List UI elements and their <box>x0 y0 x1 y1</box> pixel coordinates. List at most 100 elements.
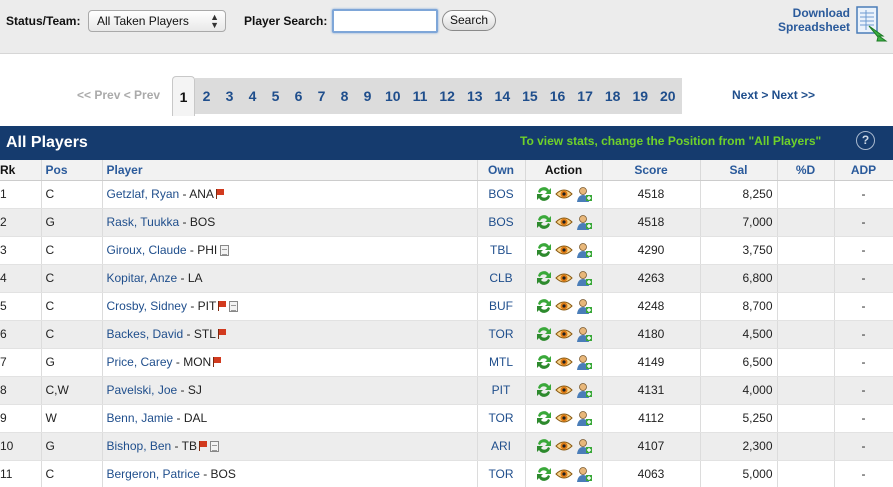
page-link-1[interactable]: 1 <box>172 76 195 116</box>
owner-cell[interactable]: TOR <box>477 460 526 487</box>
trade-arrows-icon[interactable] <box>535 213 553 231</box>
news-note-icon[interactable] <box>229 301 239 312</box>
player-name-link[interactable]: Price, Carey <box>107 355 173 369</box>
page-link-13[interactable]: 13 <box>460 78 489 114</box>
page-link-12[interactable]: 12 <box>433 78 461 114</box>
owner-cell[interactable]: PIT <box>477 376 526 405</box>
news-note-icon[interactable] <box>220 245 230 256</box>
player-name-link[interactable]: Benn, Jamie <box>107 411 174 425</box>
search-button[interactable]: Search <box>442 10 496 31</box>
download-spreadsheet-link[interactable]: Download Spreadsheet <box>770 6 850 34</box>
owner-cell[interactable]: MTL <box>477 348 526 377</box>
page-link-20[interactable]: 20 <box>654 78 682 114</box>
status-team-select[interactable]: All Taken Players ▲ ▼ <box>88 10 226 32</box>
player-name-link[interactable]: Backes, David <box>107 327 184 341</box>
watch-eye-icon[interactable] <box>554 297 573 315</box>
owner-cell[interactable]: TOR <box>477 320 526 349</box>
watch-eye-icon[interactable] <box>554 353 573 371</box>
owner-cell[interactable]: ARI <box>477 432 526 461</box>
claim-player-icon[interactable] <box>575 269 593 287</box>
page-link-6[interactable]: 6 <box>287 78 310 114</box>
trade-arrows-icon[interactable] <box>535 241 553 259</box>
player-name-link[interactable]: Kopitar, Anze <box>107 271 178 285</box>
page-link-16[interactable]: 16 <box>543 78 572 114</box>
trade-arrows-icon[interactable] <box>535 381 553 399</box>
trade-arrows-icon[interactable] <box>535 325 553 343</box>
claim-player-icon[interactable] <box>575 297 593 315</box>
watch-eye-icon[interactable] <box>554 465 573 483</box>
player-name-link[interactable]: Pavelski, Joe <box>107 383 178 397</box>
player-name-link[interactable]: Giroux, Claude <box>107 243 187 257</box>
owner-cell[interactable]: BOS <box>477 208 526 237</box>
news-note-icon[interactable] <box>210 441 219 452</box>
watch-eye-icon[interactable] <box>554 437 573 455</box>
owner-cell[interactable]: BUF <box>477 292 526 321</box>
page-link-7[interactable]: 7 <box>310 78 333 114</box>
trade-arrows-icon[interactable] <box>535 437 553 455</box>
claim-player-icon[interactable] <box>575 213 593 231</box>
player-name-link[interactable]: Bishop, Ben <box>107 439 172 453</box>
col-own[interactable]: Own <box>477 160 526 181</box>
trade-arrows-icon[interactable] <box>535 409 553 427</box>
adp-cell: - <box>834 348 893 377</box>
claim-player-icon[interactable] <box>575 353 593 371</box>
player-cell: Crosby, Sidney - PIT <box>102 292 478 321</box>
col-sal[interactable]: Sal <box>700 160 778 181</box>
owner-cell[interactable]: TOR <box>477 404 526 433</box>
page-link-15[interactable]: 15 <box>516 78 544 114</box>
owner-cell[interactable]: BOS <box>477 180 526 209</box>
injury-flag-icon[interactable] <box>217 329 226 339</box>
col-pct-d[interactable]: %D <box>777 160 835 181</box>
col-rk[interactable]: Rk <box>0 160 42 181</box>
claim-player-icon[interactable] <box>575 381 593 399</box>
watch-eye-icon[interactable] <box>554 185 573 203</box>
col-pos[interactable]: Pos <box>41 160 103 181</box>
injury-flag-icon[interactable] <box>199 441 207 451</box>
page-link-3[interactable]: 3 <box>218 78 241 114</box>
col-score[interactable]: Score <box>602 160 701 181</box>
claim-player-icon[interactable] <box>575 241 593 259</box>
next-links[interactable]: Next > Next >> <box>732 88 815 102</box>
owner-cell[interactable]: TBL <box>477 236 526 265</box>
claim-player-icon[interactable] <box>575 409 593 427</box>
page-link-8[interactable]: 8 <box>333 78 356 114</box>
player-name-link[interactable]: Rask, Tuukka <box>107 215 180 229</box>
page-link-19[interactable]: 19 <box>626 78 655 114</box>
owner-cell[interactable]: CLB <box>477 264 526 293</box>
col-player[interactable]: Player <box>102 160 478 181</box>
page-link-17[interactable]: 17 <box>571 78 599 114</box>
help-icon[interactable]: ? <box>856 131 875 150</box>
page-link-18[interactable]: 18 <box>598 78 627 114</box>
injury-flag-icon[interactable] <box>215 189 224 199</box>
watch-eye-icon[interactable] <box>554 325 573 343</box>
page-link-2[interactable]: 2 <box>195 78 218 114</box>
claim-player-icon[interactable] <box>575 185 593 203</box>
trade-arrows-icon[interactable] <box>535 269 553 287</box>
watch-eye-icon[interactable] <box>554 409 573 427</box>
trade-arrows-icon[interactable] <box>535 465 553 483</box>
trade-arrows-icon[interactable] <box>535 185 553 203</box>
injury-flag-icon[interactable] <box>218 301 227 311</box>
player-name-link[interactable]: Getzlaf, Ryan <box>107 187 180 201</box>
trade-arrows-icon[interactable] <box>535 353 553 371</box>
watch-eye-icon[interactable] <box>554 213 573 231</box>
page-link-10[interactable]: 10 <box>379 78 407 114</box>
col-adp[interactable]: ADP <box>834 160 893 181</box>
page-link-9[interactable]: 9 <box>356 78 379 114</box>
player-search-input[interactable] <box>332 9 438 33</box>
trade-arrows-icon[interactable] <box>535 297 553 315</box>
player-name-link[interactable]: Crosby, Sidney <box>107 299 187 313</box>
page-link-4[interactable]: 4 <box>241 78 264 114</box>
spreadsheet-download-icon[interactable] <box>855 6 889 42</box>
claim-player-icon[interactable] <box>575 325 593 343</box>
watch-eye-icon[interactable] <box>554 381 573 399</box>
claim-player-icon[interactable] <box>575 437 593 455</box>
claim-player-icon[interactable] <box>575 465 593 483</box>
page-link-5[interactable]: 5 <box>264 78 287 114</box>
watch-eye-icon[interactable] <box>554 241 573 259</box>
player-name-link[interactable]: Bergeron, Patrice <box>107 467 200 481</box>
watch-eye-icon[interactable] <box>554 269 573 287</box>
injury-flag-icon[interactable] <box>213 357 222 367</box>
page-link-11[interactable]: 11 <box>406 78 434 114</box>
page-link-14[interactable]: 14 <box>488 78 517 114</box>
